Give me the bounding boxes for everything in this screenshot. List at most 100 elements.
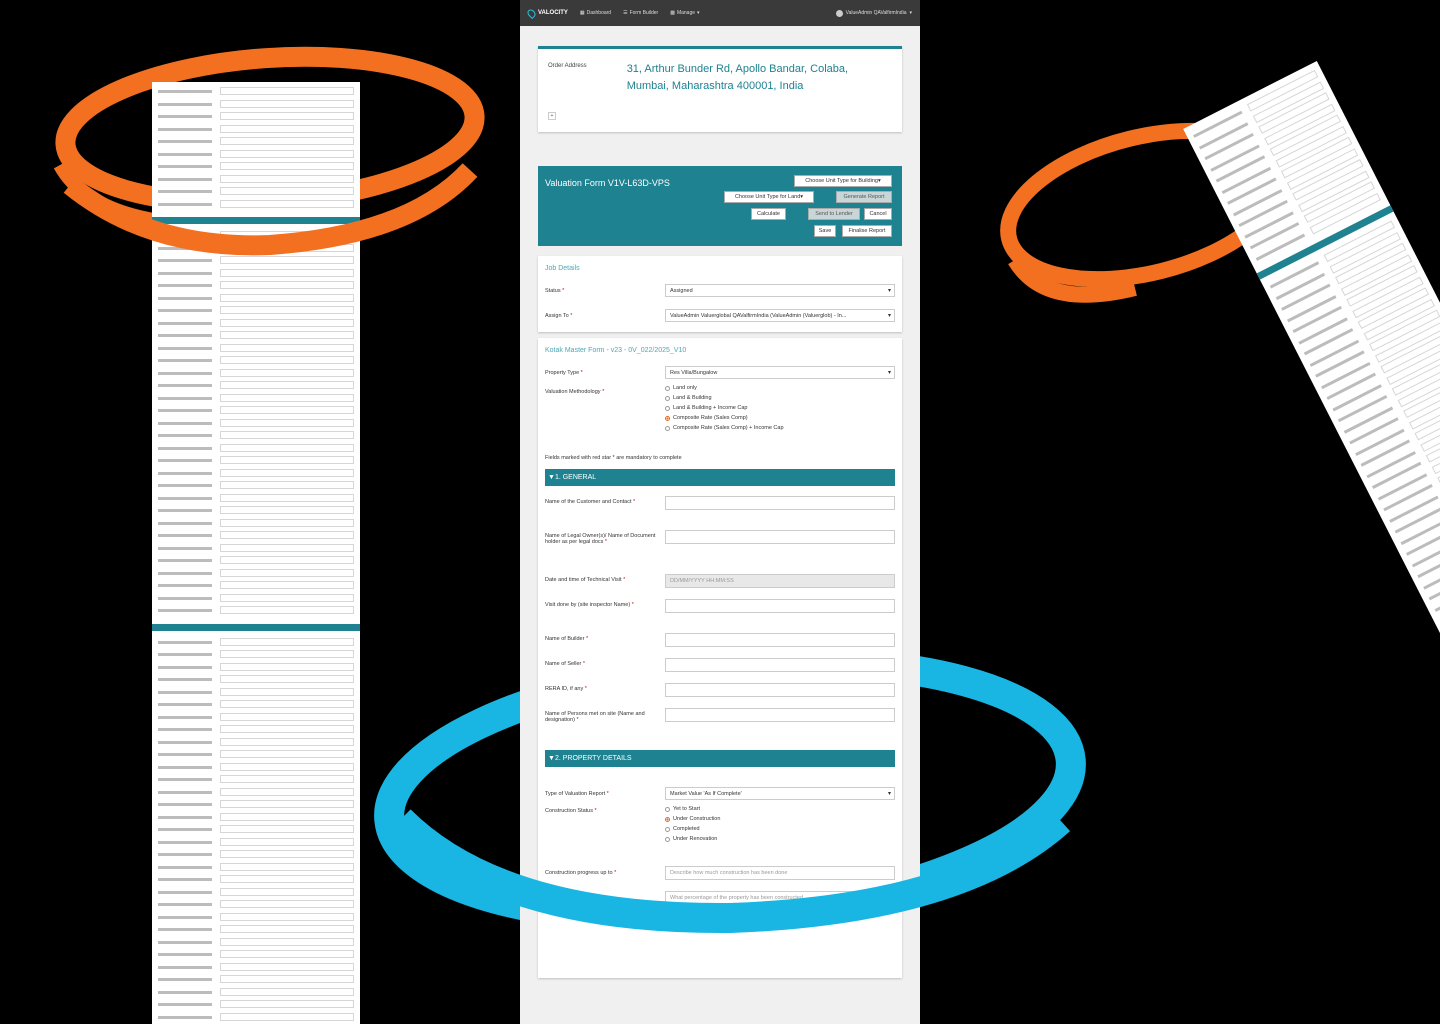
thumbnail-field-label: [158, 753, 212, 756]
methodology-option[interactable]: Land & Building + Income Cap: [665, 405, 784, 411]
general-field-input[interactable]: DD/MM/YYYY HH:MM:SS: [665, 574, 895, 588]
methodology-label: Valuation Methodology *: [545, 389, 665, 395]
thumbnail-field-row: [152, 649, 360, 662]
thumbnail-field-input: [220, 862, 354, 871]
thumbnail-field-input: [220, 293, 354, 302]
property-type-label: Property Type *: [545, 370, 665, 376]
thumbnail-field-input: [220, 887, 354, 896]
thumbnail-field-row: [152, 962, 360, 975]
methodology-option[interactable]: Land & Building: [665, 395, 784, 401]
thumbnail-field-label: [158, 665, 212, 669]
choose-unit-building-button[interactable]: Choose Unit Type for Building ▾: [794, 175, 892, 187]
required-star: *: [570, 312, 573, 319]
user-menu[interactable]: ValueAdmin QAValfirmIndia ▾: [835, 9, 912, 17]
thumbnail-field-input: [220, 825, 354, 833]
general-field-input[interactable]: [665, 599, 895, 613]
thumbnail-field-row: [152, 662, 360, 675]
order-address-value: 31, Arthur Bunder Rd, Apollo Bandar, Col…: [626, 63, 849, 92]
thumbnail-field-input: [220, 700, 354, 708]
status-select[interactable]: Assigned: [665, 284, 895, 297]
required-star: *: [580, 369, 583, 376]
calculate-button[interactable]: Calculate: [751, 208, 786, 220]
assign-row: Assign To * ValueAdmin Valuerglobal QAVa…: [538, 303, 902, 328]
thumbnail-field-label: [158, 346, 212, 350]
thumbnail-field-label: [158, 840, 212, 844]
thumbnail-field-row: [152, 849, 360, 862]
radio-circle[interactable]: [665, 395, 670, 401]
thumbnail-field-input: [220, 531, 354, 539]
thumbnail-field-label: [158, 446, 212, 450]
save-button[interactable]: Save: [814, 225, 836, 237]
thumbnail-field-label: [158, 890, 212, 894]
thumbnail-field-row: [152, 774, 360, 787]
thumbnail-field-row: [152, 749, 360, 762]
thumbnail-field-input: [220, 775, 354, 783]
property-type-label-text: Property Type: [545, 369, 580, 376]
choose-unit-land-button[interactable]: Choose Unit Type for Land ▾: [724, 191, 814, 203]
send-to-lender-button[interactable]: Send to Lender: [808, 208, 860, 220]
property-type-row: Property Type * Res Villa/Bungalow: [538, 360, 902, 385]
thumbnail-field-input: [220, 962, 354, 971]
thumbnail-field-row: [152, 455, 360, 468]
thumbnail-field-input: [220, 987, 354, 996]
thumbnail-field-input: [220, 875, 354, 883]
thumbnail-field-input: [220, 468, 354, 477]
thumbnail-field-input: [220, 493, 354, 502]
job-details-card: Job Details Status * Assigned Assign To …: [538, 256, 902, 332]
thumbnail-field-label: [158, 903, 212, 906]
general-field-input[interactable]: [665, 530, 895, 544]
methodology-option-label: Land & Building + Income Cap: [673, 405, 748, 411]
thumbnail-field-input: [220, 725, 354, 733]
thumbnail-field-row: [152, 1012, 360, 1024]
methodology-option[interactable]: Land only: [665, 385, 784, 391]
thumbnail-field-label: [158, 334, 212, 337]
thumbnail-field-label: [158, 728, 212, 731]
thumbnail-field-input: [220, 675, 354, 683]
general-field-label: Name of Legal Owner(s)/ Name of Document…: [545, 533, 665, 545]
assign-select[interactable]: ValueAdmin Valuerglobal QAValfirmIndia (…: [665, 309, 895, 322]
required-star: *: [631, 499, 636, 505]
nav-dashboard[interactable]: ▦ Dashboard: [580, 10, 611, 16]
brand-logo[interactable]: VALOCITY: [525, 7, 568, 19]
form-icon: ☰: [623, 10, 628, 16]
expand-address-button[interactable]: +: [548, 112, 556, 120]
thumbnail-field-row: [152, 530, 360, 543]
methodology-option[interactable]: Composite Rate (Sales Comp) + Income Cap: [665, 425, 784, 431]
thumbnail-field-row: [152, 724, 360, 737]
general-field-label-text: Date and time of Technical Visit: [545, 577, 622, 583]
thumbnail-field-label: [158, 678, 212, 681]
radio-circle[interactable]: [665, 425, 670, 431]
thumbnail-field-row: [152, 343, 360, 356]
thumbnail-field-input: [220, 306, 354, 314]
radio-circle[interactable]: [665, 385, 670, 391]
nav-manage[interactable]: ▩ Manage ▾: [670, 10, 699, 16]
user-name: ValueAdmin QAValfirmIndia: [845, 10, 907, 16]
general-field-row: Name of Legal Owner(s)/ Name of Document…: [538, 530, 902, 574]
methodology-option[interactable]: Composite Rate (Sales Comp): [665, 415, 784, 421]
thumbnail-field-label: [158, 990, 212, 994]
cancel-button[interactable]: Cancel: [864, 208, 892, 220]
thumbnail-field-label: [158, 609, 212, 612]
nav-form-builder[interactable]: ☰ Form Builder: [623, 10, 658, 16]
thumbnail-field-row: [152, 974, 360, 987]
chevron-down-icon: ▾: [697, 10, 700, 16]
thumbnail-field-input: [220, 925, 354, 933]
thumbnail-field-row: [152, 674, 360, 687]
generate-report-button[interactable]: Generate Report: [836, 191, 892, 203]
general-field-input[interactable]: [665, 496, 895, 510]
finalise-report-button[interactable]: Finalise Report: [842, 225, 892, 237]
general-section-header[interactable]: ▼ 1. GENERAL: [545, 469, 895, 486]
thumbnail-field-input: [220, 687, 354, 696]
radio-circle[interactable]: [665, 415, 670, 421]
thumbnail-field-row: [152, 812, 360, 825]
nav-form-builder-label: Form Builder: [629, 10, 659, 16]
thumbnail-field-row: [152, 887, 360, 900]
thumbnail-field-input: [220, 368, 354, 377]
thumbnail-field-label: [158, 790, 212, 794]
property-type-select[interactable]: Res Villa/Bungalow: [665, 366, 895, 379]
thumbnail-field-label: [158, 865, 212, 869]
radio-circle[interactable]: [665, 405, 670, 411]
thumbnail-field-input: [220, 543, 354, 552]
thumbnail-field-label: [158, 853, 212, 856]
thumbnail-field-row: [152, 912, 360, 925]
